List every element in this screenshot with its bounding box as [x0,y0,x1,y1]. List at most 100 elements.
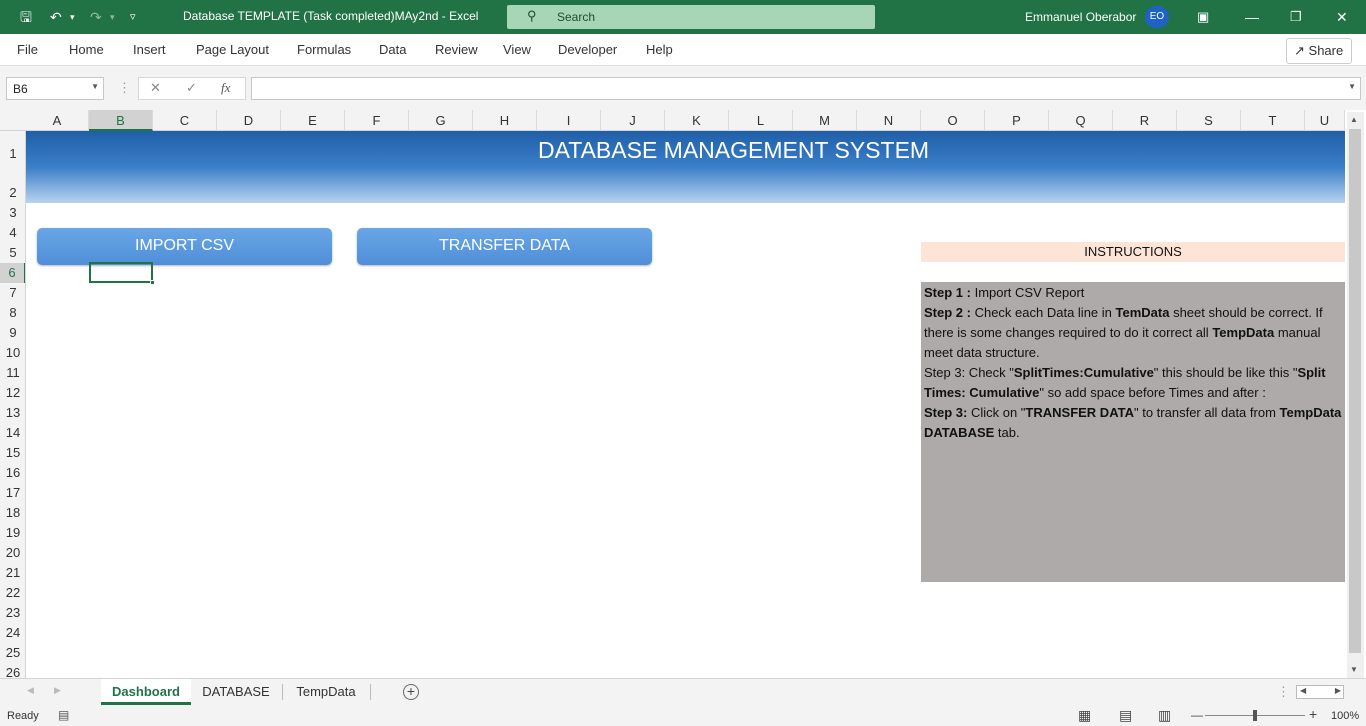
ribbon-display-options-icon[interactable]: ▣ [1197,8,1209,26]
row-header-5[interactable]: 5 [0,243,25,263]
scroll-right-icon[interactable]: ▶ [1335,686,1341,695]
row-header-19[interactable]: 19 [0,523,25,543]
scroll-up-icon[interactable]: ▲ [1350,115,1358,124]
close-icon[interactable]: ✕ [1336,8,1348,26]
column-header-h[interactable]: H [473,110,537,131]
column-header-d[interactable]: D [217,110,281,131]
row-header-3[interactable]: 3 [0,203,25,223]
undo-icon[interactable]: ↶ [50,8,62,26]
row-header-12[interactable]: 12 [0,383,25,403]
row-header-16[interactable]: 16 [0,463,25,483]
transfer-data-button[interactable]: TRANSFER DATA [357,228,652,265]
share-button[interactable]: ↗ Share [1286,38,1352,64]
menu-file[interactable]: File [17,42,38,57]
menu-data[interactable]: Data [379,42,406,57]
column-header-n[interactable]: N [857,110,921,131]
column-header-g[interactable]: G [409,110,473,131]
customize-quick-access-icon[interactable]: ▿ [130,8,136,26]
page-break-view-icon[interactable]: ▥ [1158,707,1171,724]
column-header-s[interactable]: S [1177,110,1241,131]
row-header-18[interactable]: 18 [0,503,25,523]
column-header-e[interactable]: E [281,110,345,131]
save-icon[interactable]: 🖫 [20,8,32,26]
prev-sheet-icon[interactable]: ◀ [27,685,34,696]
row-header-4[interactable]: 4 [0,223,25,243]
menu-developer[interactable]: Developer [558,42,617,57]
column-header-b[interactable]: B [89,110,153,131]
horizontal-scrollbar[interactable]: ◀ ▶ [1296,685,1344,699]
column-header-k[interactable]: K [665,110,729,131]
menu-page-layout[interactable]: Page Layout [196,42,269,57]
row-header-25[interactable]: 25 [0,643,25,663]
column-header-j[interactable]: J [601,110,665,131]
column-header-u[interactable]: U [1305,110,1345,131]
column-header-q[interactable]: Q [1049,110,1113,131]
macro-recording-icon[interactable]: ▤ [58,708,69,722]
column-header-f[interactable]: F [345,110,409,131]
zoom-in-icon[interactable]: + [1309,706,1317,722]
row-header-9[interactable]: 9 [0,323,25,343]
add-sheet-icon[interactable]: + [403,684,419,700]
row-header-20[interactable]: 20 [0,543,25,563]
scroll-down-icon[interactable]: ▼ [1350,665,1358,674]
column-header-r[interactable]: R [1113,110,1177,131]
scroll-left-icon[interactable]: ◀ [1300,686,1306,695]
row-header-8[interactable]: 8 [0,303,25,323]
splitter-icon[interactable]: ⋮ [1277,684,1290,700]
row-header-2[interactable]: 2 [0,176,25,203]
undo-dropdown-icon[interactable]: ▾ [70,8,75,26]
row-header-24[interactable]: 24 [0,623,25,643]
menu-insert[interactable]: Insert [133,42,166,57]
next-sheet-icon[interactable]: ▶ [54,685,61,696]
row-header-26[interactable]: 26 [0,663,25,678]
vertical-scrollbar[interactable]: ▲ ▼ [1347,112,1364,678]
enter-icon[interactable]: ✓ [186,80,197,96]
column-header-o[interactable]: O [921,110,985,131]
column-header-i[interactable]: I [537,110,601,131]
selected-cell[interactable] [89,262,155,285]
row-header-13[interactable]: 13 [0,403,25,423]
more-options-icon[interactable]: ⋮ [118,80,131,96]
row-header-22[interactable]: 22 [0,583,25,603]
user-name[interactable]: Emmanuel Oberabor [1025,10,1136,24]
menu-view[interactable]: View [503,42,531,57]
zoom-level[interactable]: 100% [1331,710,1359,722]
menu-formulas[interactable]: Formulas [297,42,351,57]
row-header-7[interactable]: 7 [0,283,25,303]
fill-handle[interactable] [150,280,155,285]
minimize-icon[interactable]: — [1245,8,1259,26]
column-header-c[interactable]: C [153,110,217,131]
column-header-m[interactable]: M [793,110,857,131]
tab-tempdata[interactable]: TempData [284,679,368,705]
zoom-slider-thumb[interactable] [1253,710,1257,721]
expand-formula-icon[interactable]: ▼ [1348,82,1356,91]
formula-input[interactable]: ▼ [251,77,1361,100]
search-box[interactable]: ⚲ Search [507,5,875,29]
import-csv-button[interactable]: IMPORT CSV [37,228,332,265]
chevron-down-icon[interactable]: ▼ [91,82,99,91]
menu-help[interactable]: Help [646,42,673,57]
restore-icon[interactable]: ❐ [1290,8,1302,26]
page-layout-view-icon[interactable]: ▤ [1119,707,1132,724]
row-header-1[interactable]: 1 [0,131,25,176]
column-header-a[interactable]: A [26,110,89,131]
row-header-10[interactable]: 10 [0,343,25,363]
column-header-p[interactable]: P [985,110,1049,131]
column-header-t[interactable]: T [1241,110,1305,131]
row-header-23[interactable]: 23 [0,603,25,623]
normal-view-icon[interactable]: ▦ [1078,707,1091,724]
menu-review[interactable]: Review [435,42,478,57]
row-header-14[interactable]: 14 [0,423,25,443]
row-header-17[interactable]: 17 [0,483,25,503]
cancel-icon[interactable]: ✕ [150,80,161,96]
row-header-11[interactable]: 11 [0,363,25,383]
scroll-thumb[interactable] [1349,129,1361,653]
row-header-21[interactable]: 21 [0,563,25,583]
insert-function-icon[interactable]: fx [221,80,230,96]
tab-database[interactable]: DATABASE [193,679,279,705]
worksheet-grid[interactable]: DATABASE MANAGEMENT SYSTEM IMPORT CSV TR… [26,131,1345,678]
row-header-6[interactable]: 6 [0,263,25,283]
avatar[interactable]: EO [1145,6,1169,28]
tab-dashboard[interactable]: Dashboard [101,679,191,705]
name-box[interactable]: B6 ▼ [6,77,104,100]
